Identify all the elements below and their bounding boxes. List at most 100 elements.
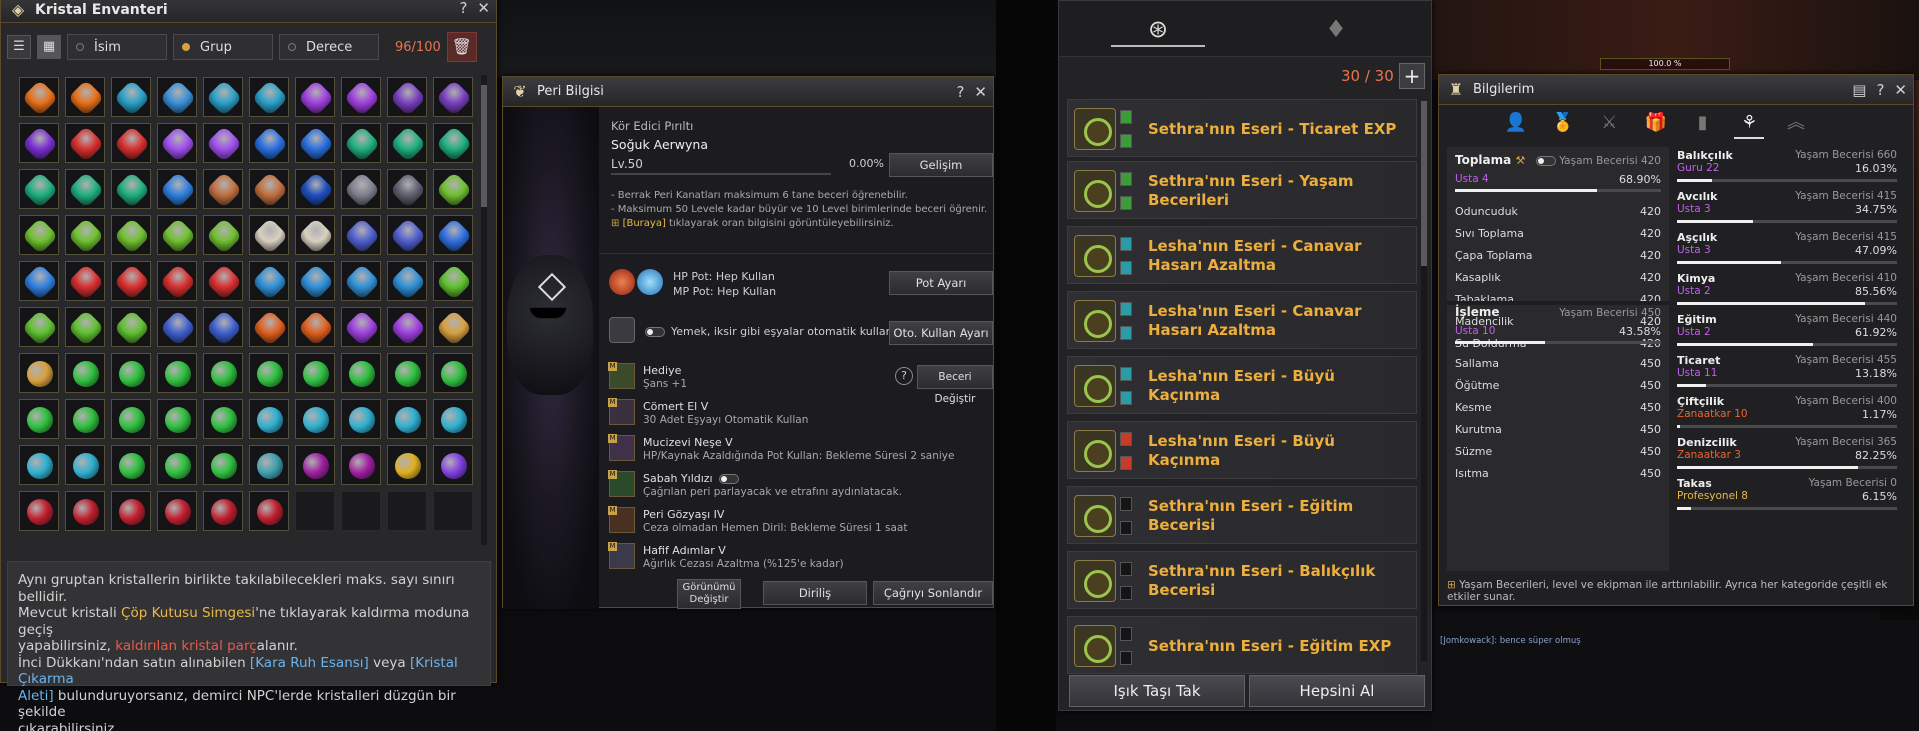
crystal-slot[interactable] <box>387 445 427 485</box>
crystal-slot[interactable] <box>157 399 197 439</box>
crystal-slot[interactable] <box>203 353 243 393</box>
crystal-slot[interactable] <box>433 353 473 393</box>
lightstone-slot[interactable] <box>1120 367 1132 381</box>
help-icon[interactable]: ? <box>956 83 964 101</box>
crystal-slot[interactable] <box>65 353 105 393</box>
change-look-button[interactable]: Görünümü Değiştir <box>677 579 741 609</box>
crystal-slot[interactable] <box>341 445 381 485</box>
crystal-slot[interactable] <box>249 215 289 255</box>
lightstone-tab-icon[interactable]: ♦ <box>1289 11 1383 47</box>
life-skill-entry[interactable]: Takas Yaşam Becerisi 0 Profesyonel 8 6.15% <box>1671 475 1903 515</box>
crystal-slot[interactable] <box>19 399 59 439</box>
lightstone-slot[interactable] <box>1120 391 1132 405</box>
crystal-slot[interactable] <box>203 399 243 439</box>
crystal-slot[interactable] <box>387 77 427 117</box>
crystal-slot[interactable] <box>19 169 59 209</box>
crystal-slot[interactable] <box>387 399 427 439</box>
crystal-slot[interactable] <box>203 123 243 163</box>
lightstone-slot[interactable] <box>1120 196 1132 210</box>
crystal-slot[interactable] <box>433 445 473 485</box>
crystal-slot[interactable] <box>203 77 243 117</box>
crystal-slot[interactable] <box>203 445 243 485</box>
close-icon[interactable]: ✕ <box>477 0 490 17</box>
crystal-slot[interactable] <box>157 307 197 347</box>
add-icon[interactable]: + <box>1399 63 1425 89</box>
crystal-slot[interactable] <box>157 261 197 301</box>
help-icon[interactable]: ? <box>459 0 467 17</box>
crystal-slot[interactable] <box>295 215 335 255</box>
lightstone-slot[interactable] <box>1120 110 1132 124</box>
crystal-slot[interactable] <box>203 491 243 531</box>
crystal-slot[interactable] <box>387 307 427 347</box>
crystal-slot[interactable] <box>203 261 243 301</box>
crystal-slot[interactable] <box>65 215 105 255</box>
crystal-slot[interactable] <box>433 307 473 347</box>
crystal-slot[interactable] <box>65 445 105 485</box>
lightstone-slot[interactable] <box>1120 261 1132 275</box>
artifact-row[interactable]: Lesha'nın Eseri - Canavar Hasarı Azaltma <box>1067 226 1417 284</box>
close-icon[interactable]: ✕ <box>974 83 987 101</box>
crystal-slot[interactable] <box>295 77 335 117</box>
life-skill-entry[interactable]: Ticaret Yaşam Becerisi 455 Usta 11 13.18% <box>1671 352 1903 392</box>
crystal-slot[interactable] <box>295 123 335 163</box>
crystal-slot[interactable] <box>157 445 197 485</box>
life-skill-entry[interactable]: Aşçılık Yaşam Becerisi 415 Usta 3 47.09% <box>1671 229 1903 269</box>
life-skill-entry[interactable]: Avcılık Yaşam Becerisi 415 Usta 3 34.75% <box>1671 188 1903 228</box>
lightstone-slot[interactable] <box>1120 134 1132 148</box>
crystal-slot[interactable] <box>65 491 105 531</box>
life-skill-entry[interactable]: Eğitim Yaşam Becerisi 440 Usta 2 61.92% <box>1671 311 1903 351</box>
gift-tab-icon[interactable]: 🎁 <box>1641 109 1671 139</box>
trash-icon[interactable]: 🗑 <box>446 32 477 62</box>
crystal-slot[interactable] <box>65 399 105 439</box>
crystal-slot[interactable] <box>341 215 381 255</box>
crystal-slot[interactable] <box>387 353 427 393</box>
crystal-slot[interactable] <box>65 307 105 347</box>
lightstone-slot[interactable] <box>1120 237 1132 251</box>
auto-use-toggle[interactable] <box>645 327 665 337</box>
lightstone-slot[interactable] <box>1120 497 1132 511</box>
crystal-slot[interactable] <box>433 77 473 117</box>
life-skill-tab-icon[interactable]: ⚘ <box>1734 109 1765 139</box>
crystal-slot[interactable] <box>295 169 335 209</box>
crystal-slot[interactable] <box>157 215 197 255</box>
crystal-slot[interactable] <box>249 353 289 393</box>
rank-tab-icon[interactable]: ︽ <box>1781 109 1811 139</box>
lightstone-slot[interactable] <box>1120 172 1132 186</box>
crystal-slot[interactable] <box>19 123 59 163</box>
revive-button[interactable]: Diriliş <box>763 581 867 605</box>
close-icon[interactable]: ✕ <box>1894 81 1907 99</box>
lightstone-slot[interactable] <box>1120 586 1132 600</box>
crystal-slot[interactable] <box>111 307 151 347</box>
artifact-row[interactable]: Sethra'nın Eseri - Eğitim Becerisi <box>1067 486 1417 544</box>
crystal-slot[interactable] <box>19 77 59 117</box>
life-skill-entry[interactable]: Balıkçılık Yaşam Becerisi 660 Guru 22 16.03… <box>1671 147 1903 187</box>
combat-tab-icon[interactable]: ⚔ <box>1594 109 1624 139</box>
crystal-slot[interactable] <box>111 491 151 531</box>
crystal-slot[interactable] <box>203 215 243 255</box>
crystal-slot[interactable] <box>249 491 289 531</box>
lightstone-slot[interactable] <box>1120 562 1132 576</box>
crystal-slot[interactable] <box>249 445 289 485</box>
document-icon[interactable]: ▤ <box>1852 81 1866 99</box>
crystal-slot[interactable] <box>295 261 335 301</box>
crystal-slot[interactable] <box>433 399 473 439</box>
crystal-slot[interactable] <box>433 215 473 255</box>
sort-option-group[interactable]: Grup <box>173 34 273 60</box>
lightstone-slot[interactable] <box>1120 627 1132 641</box>
crystal-slot[interactable] <box>433 261 473 301</box>
crystal-slot[interactable] <box>295 353 335 393</box>
crystal-slot[interactable] <box>387 169 427 209</box>
crystal-slot[interactable] <box>249 123 289 163</box>
crystal-slot[interactable] <box>157 77 197 117</box>
here-link[interactable]: [Buraya] <box>623 218 666 229</box>
crystal-slot[interactable] <box>249 169 289 209</box>
crystal-slot[interactable] <box>19 307 59 347</box>
crystal-slot[interactable] <box>157 169 197 209</box>
crystal-slot[interactable] <box>19 215 59 255</box>
crystal-slot[interactable] <box>341 169 381 209</box>
crystal-slot[interactable] <box>249 77 289 117</box>
crystal-slot[interactable] <box>295 445 335 485</box>
auto-use-settings-button[interactable]: Oto. Kullan Ayarı <box>889 321 993 345</box>
lightstone-slot[interactable] <box>1120 326 1132 340</box>
lightstone-slot[interactable] <box>1120 521 1132 535</box>
